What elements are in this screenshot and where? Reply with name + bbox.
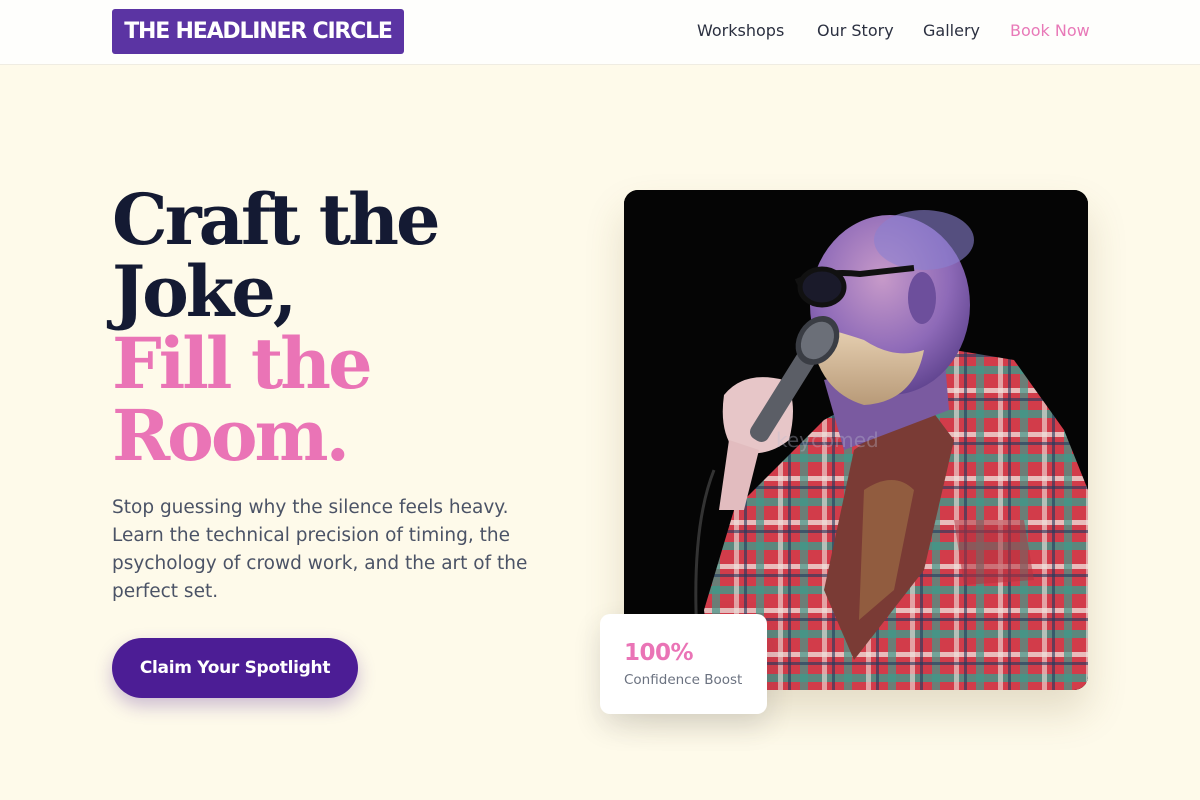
headline-line-1: Craft the [112,178,441,261]
main-nav: Workshops Our Story Gallery Book Now [0,0,1200,65]
claim-spotlight-button[interactable]: Claim Your Spotlight [112,638,358,698]
hero-headline: Craft the Joke, Fill the Room. [112,184,572,472]
nav-link-book-now[interactable]: Book Now [1010,21,1090,40]
nav-link-our-story[interactable]: Our Story [817,21,894,40]
nav-link-gallery[interactable]: Gallery [923,21,980,40]
headline-line-3: Fill the [112,322,373,405]
stat-value: 100% [624,640,694,666]
headline-line-4: Room. [112,394,350,477]
headline-line-2: Joke, [112,250,297,333]
photo-watermark: keycomed [776,428,879,452]
site-header: THE HEADLINER CIRCLE Workshops Our Story… [0,0,1200,65]
stat-caption: Confidence Boost [624,672,743,688]
confidence-stat-card: 100% Confidence Boost [600,614,767,714]
nav-link-workshops[interactable]: Workshops [697,21,784,40]
hero-description: Stop guessing why the silence feels heav… [112,497,528,602]
